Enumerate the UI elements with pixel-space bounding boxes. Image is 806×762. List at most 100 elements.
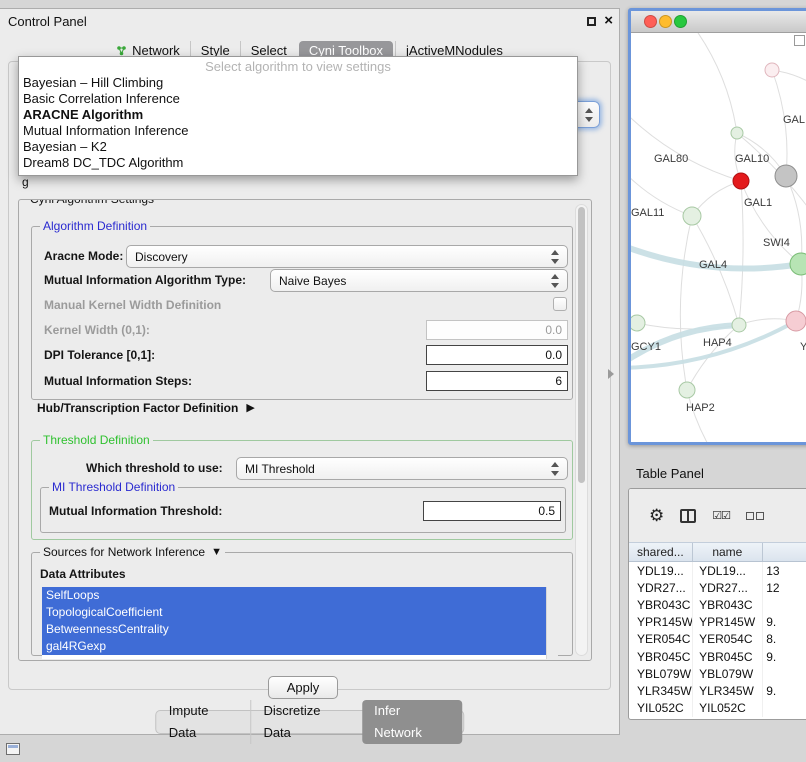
dropdown-item[interactable]: Bayesian – K2	[19, 139, 577, 155]
minimized-panel-icon[interactable]	[6, 743, 20, 755]
node-label: Y	[800, 341, 806, 353]
data-attributes-list: SelfLoopsTopologicalCoefficientBetweenne…	[42, 587, 558, 659]
network-node[interactable]	[731, 127, 743, 139]
dpi-tolerance-label: DPI Tolerance [0,1]:	[44, 348, 155, 362]
table-row[interactable]: YER054CYER054C8.	[629, 631, 806, 648]
dropdown-item[interactable]: Dream8 DC_TDC Algorithm	[19, 155, 577, 171]
checked-boxes-icon[interactable]: ☑☑	[712, 509, 730, 522]
aracne-mode-label: Aracne Mode:	[44, 249, 123, 263]
table-row[interactable]: YPR145WYPR145W9.	[629, 614, 806, 631]
mi-algorithm-type-select[interactable]: Naive Bayes	[270, 269, 568, 292]
table-cell: 9.	[763, 614, 806, 631]
data-attributes-label: Data Attributes	[40, 567, 126, 581]
table-row[interactable]: YBR045CYBR045C9.	[629, 648, 806, 665]
network-canvas[interactable]: GALGAL80GAL10GAL11GAL1SWI4GAL4GCY1HAP4YH…	[631, 33, 806, 442]
network-node[interactable]	[679, 382, 695, 398]
apply-button[interactable]: Apply	[268, 676, 338, 699]
network-node[interactable]	[631, 315, 645, 331]
table-header-row: shared...name	[629, 542, 806, 562]
table-cell: YPR145W	[693, 614, 763, 631]
manual-kernel-width-checkbox[interactable]	[553, 297, 567, 311]
table-row[interactable]: YBL079WYBL079W	[629, 665, 806, 682]
empty-boxes-icon[interactable]	[746, 512, 764, 520]
sources-for-network-inference-group: Sources for Network Inference ▼ Data Att…	[31, 552, 573, 656]
dropdown-item[interactable]: Bayesian – Hill Climbing	[19, 75, 577, 91]
aracne-mode-select[interactable]: Discovery	[126, 245, 568, 268]
updown-arrows-icon	[551, 274, 560, 288]
dpi-tolerance-input[interactable]	[426, 345, 568, 365]
network-node[interactable]	[733, 173, 749, 189]
attribute-list-item[interactable]: gal4RGexp	[42, 638, 546, 655]
column-header[interactable]: shared...	[629, 543, 693, 561]
table-cell: 12	[763, 579, 806, 596]
algorithm-dropdown-popup: Select algorithm to view settings Bayesi…	[18, 56, 578, 176]
float-panel-icon[interactable]	[587, 17, 596, 26]
bottom-tab-impute-data[interactable]: Impute Data	[157, 700, 251, 744]
column-header[interactable]: name	[693, 543, 763, 561]
settings-scrollbar-thumb[interactable]	[578, 207, 585, 483]
table-panel-window: ⚙ ☑☑ shared...name YDL19...YDL19...13YDR…	[628, 488, 806, 720]
mi-steps-label: Mutual Information Steps:	[44, 374, 192, 388]
network-node[interactable]	[732, 318, 746, 332]
bottom-tab-discretize-data[interactable]: Discretize Data	[250, 700, 362, 744]
kernel-width-label: Kernel Width (0,1):	[44, 323, 150, 337]
table-row[interactable]: YDL19...YDL19...13	[629, 562, 806, 579]
table-row[interactable]: YLR345WYLR345W9.	[629, 682, 806, 699]
mi-algorithm-type-label: Mutual Information Algorithm Type:	[44, 273, 246, 287]
splitter-arrow-icon[interactable]	[608, 369, 614, 379]
which-threshold-select[interactable]: MI Threshold	[236, 457, 568, 480]
hub-transcription-factor-expander[interactable]: Hub/Transcription Factor Definition ▶	[37, 401, 255, 415]
network-window-titlebar[interactable]	[631, 11, 806, 33]
group-title: MI Threshold Definition	[49, 480, 178, 494]
network-view-window: GALGAL80GAL10GAL11GAL1SWI4GAL4GCY1HAP4YH…	[628, 8, 806, 445]
dropdown-item[interactable]: Basic Correlation Inference	[19, 91, 577, 107]
gear-icon[interactable]: ⚙	[649, 506, 664, 526]
close-traffic-light-icon[interactable]	[644, 15, 657, 28]
network-edge	[741, 181, 801, 264]
network-edge	[631, 103, 741, 181]
overview-toggle-icon[interactable]	[794, 35, 805, 46]
table-cell: YBL079W	[693, 665, 763, 682]
mi-steps-input[interactable]	[426, 371, 568, 391]
attribute-list-item[interactable]: BetweennessCentrality	[42, 621, 546, 638]
attribute-list-scrollbar[interactable]	[546, 587, 558, 659]
which-threshold-value: MI Threshold	[245, 462, 315, 476]
network-node[interactable]	[683, 207, 701, 225]
settings-scrollbar[interactable]	[575, 204, 588, 656]
sources-section-expander[interactable]: Sources for Network Inference ▼	[40, 545, 225, 559]
bottom-tab-infer-network[interactable]: Infer Network	[362, 700, 462, 744]
table-row[interactable]: YIL052CYIL052C	[629, 700, 806, 717]
column-header[interactable]	[763, 543, 806, 561]
table-cell: YBL079W	[629, 665, 693, 682]
hub-section-label: Hub/Transcription Factor Definition	[37, 401, 238, 415]
columns-icon[interactable]	[680, 509, 696, 523]
panel-title: Control Panel	[8, 14, 87, 29]
network-node[interactable]	[786, 311, 806, 331]
node-label: GAL4	[699, 259, 727, 271]
zoom-traffic-light-icon[interactable]	[674, 15, 687, 28]
table-cell	[763, 596, 806, 613]
dropdown-item[interactable]: ARACNE Algorithm	[19, 107, 577, 123]
minimize-traffic-light-icon[interactable]	[659, 15, 672, 28]
node-label: GCY1	[631, 341, 661, 353]
sources-section-label: Sources for Network Inference	[43, 545, 205, 559]
table-cell: YER054C	[629, 631, 693, 648]
close-panel-icon[interactable]: ×	[604, 12, 613, 29]
table-cell: YBR043C	[629, 596, 693, 613]
node-label: GAL	[783, 114, 805, 126]
network-node[interactable]	[765, 63, 779, 77]
table-cell	[763, 665, 806, 682]
table-cell: 13	[763, 562, 806, 579]
collapse-down-icon: ▼	[211, 547, 222, 558]
mi-threshold-input[interactable]	[423, 501, 561, 521]
network-node[interactable]	[775, 165, 797, 187]
updown-arrows-icon	[551, 462, 560, 476]
network-edge	[739, 181, 743, 325]
table-row[interactable]: YBR043CYBR043C	[629, 596, 806, 613]
dropdown-item[interactable]: Mutual Information Inference	[19, 123, 577, 139]
threshold-definition-group: Threshold Definition Which threshold to …	[31, 440, 573, 540]
table-row[interactable]: YDR27...YDR27...12	[629, 579, 806, 596]
attribute-list-item[interactable]: TopologicalCoefficient	[42, 604, 546, 621]
dropdown-placeholder: Select algorithm to view settings	[19, 58, 577, 75]
attribute-list-item[interactable]: SelfLoops	[42, 587, 546, 604]
